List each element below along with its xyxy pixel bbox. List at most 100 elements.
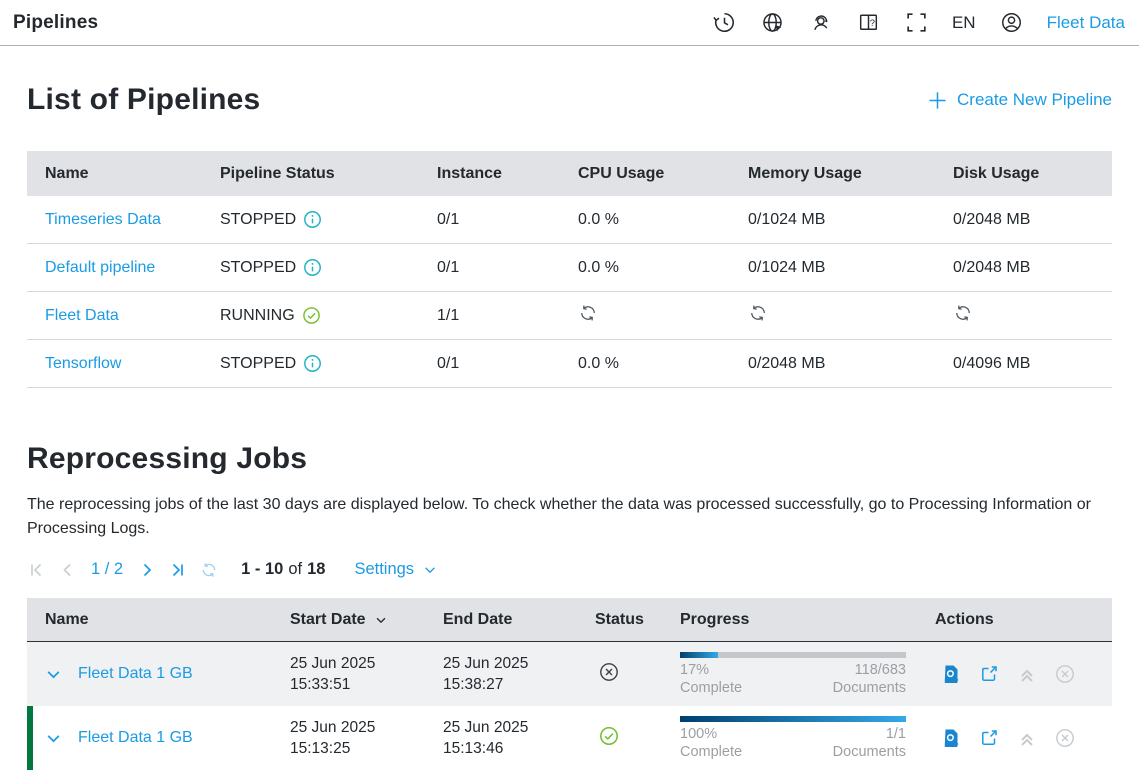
row-actions (935, 727, 1112, 749)
progress-bar (680, 716, 906, 722)
pipelines-table-header: Name Pipeline Status Instance CPU Usage … (27, 151, 1112, 196)
instance-value: 0/1 (437, 211, 578, 229)
info-icon[interactable] (303, 258, 322, 277)
move-to-top-icon (1016, 727, 1038, 749)
col-status: Status (595, 611, 680, 629)
col-end-date: End Date (443, 611, 595, 629)
info-icon[interactable] (303, 210, 322, 229)
success-status-icon (598, 725, 620, 752)
job-link[interactable]: Fleet Data 1 GB (78, 665, 193, 683)
history-icon[interactable] (712, 10, 737, 35)
col-progress: Progress (680, 611, 935, 629)
end-date-cell: 25 Jun 202515:13:46 (443, 717, 595, 759)
col-memory-usage: Memory Usage (748, 165, 953, 183)
row-actions (935, 663, 1112, 685)
col-name: Name (45, 611, 290, 629)
range-values: 1 - 10 (241, 560, 283, 579)
progress-track (680, 716, 906, 722)
page-title: Pipelines (13, 12, 98, 34)
next-page-icon[interactable] (138, 561, 156, 579)
cpu-value: 0.0 % (578, 355, 748, 373)
top-bar: Pipelines (0, 0, 1139, 46)
settings-label: Settings (354, 560, 414, 579)
progress-percent-label: 100%Complete (680, 725, 742, 761)
job-link[interactable]: Fleet Data 1 GB (78, 729, 193, 747)
progress-cell: 17%Complete 118/683Documents (680, 652, 906, 697)
move-to-top-icon (1016, 663, 1038, 685)
status-text: STOPPED (220, 259, 296, 277)
memory-value: 0/1024 MB (748, 211, 953, 229)
start-date-cell: 25 Jun 202515:33:51 (290, 653, 443, 695)
create-pipeline-button[interactable]: Create New Pipeline (927, 90, 1112, 111)
view-details-icon[interactable] (940, 727, 962, 749)
pipeline-link[interactable]: Default pipeline (45, 259, 155, 276)
progress-bar (680, 652, 718, 658)
previous-page-icon[interactable] (58, 561, 76, 579)
sort-chevron-icon (374, 613, 388, 627)
plus-icon (927, 90, 948, 111)
range-total: 18 (307, 560, 325, 579)
cancel-job-icon (1054, 663, 1076, 685)
jobs-table-header: Name Start Date End Date Status Progress… (27, 598, 1112, 642)
col-pipeline-status: Pipeline Status (220, 165, 437, 183)
view-details-icon[interactable] (940, 663, 962, 685)
loading-icon (748, 303, 768, 323)
pipelines-table: Name Pipeline Status Instance CPU Usage … (27, 151, 1112, 388)
progress-percent-label: 17%Complete (680, 661, 742, 697)
expand-row-icon[interactable] (45, 666, 62, 683)
last-page-icon[interactable] (169, 561, 187, 579)
svg-text:?: ? (870, 18, 875, 28)
instance-value: 1/1 (437, 307, 578, 325)
settings-button[interactable]: Settings (354, 560, 437, 579)
chevron-down-icon (423, 563, 437, 577)
canceled-status-icon (598, 661, 620, 688)
progress-documents-label: 1/1Documents (833, 725, 906, 761)
col-disk-usage: Disk Usage (953, 165, 1094, 183)
info-icon[interactable] (303, 354, 322, 373)
progress-documents-label: 118/683Documents (833, 661, 906, 697)
table-row: Fleet Data 1 GB 25 Jun 202515:33:51 25 J… (27, 642, 1112, 706)
project-link[interactable]: Fleet Data (1047, 13, 1125, 33)
col-start-date[interactable]: Start Date (290, 611, 443, 629)
instance-value: 0/1 (437, 259, 578, 277)
account-icon[interactable] (999, 10, 1024, 35)
instance-value: 0/1 (437, 355, 578, 373)
status-text: STOPPED (220, 211, 296, 229)
cpu-value: 0.0 % (578, 211, 748, 229)
open-external-icon[interactable] (978, 727, 1000, 749)
loading-icon (953, 303, 973, 323)
result-range: 1 - 10 of 18 (241, 560, 325, 579)
progress-track (680, 652, 906, 658)
fullscreen-icon[interactable] (904, 10, 929, 35)
col-cpu-usage: CPU Usage (578, 165, 748, 183)
pipeline-link[interactable]: Tensorflow (45, 355, 121, 372)
refresh-icon[interactable] (200, 561, 218, 579)
table-row: Timeseries Data STOPPED 0/1 0.0 % 0/1024… (27, 196, 1112, 244)
table-row: Tensorflow STOPPED 0/1 0.0 % 0/2048 MB 0… (27, 340, 1112, 388)
start-date-label: Start Date (290, 611, 366, 629)
col-name: Name (45, 165, 220, 183)
start-date-cell: 25 Jun 202515:13:25 (290, 717, 443, 759)
help-icon[interactable]: ? (856, 10, 881, 35)
disk-value: 0/4096 MB (953, 355, 1094, 373)
pipeline-link[interactable]: Fleet Data (45, 307, 119, 324)
col-instance: Instance (437, 165, 578, 183)
disk-value: 0/2048 MB (953, 259, 1094, 277)
first-page-icon[interactable] (27, 561, 45, 579)
disk-value: 0/2048 MB (953, 211, 1094, 229)
support-icon[interactable] (808, 10, 833, 35)
open-external-icon[interactable] (978, 663, 1000, 685)
table-row: Fleet Data RUNNING 1/1 (27, 292, 1112, 340)
table-row: Fleet Data 1 GB 25 Jun 202515:13:25 25 J… (27, 706, 1112, 770)
language-selector[interactable]: EN (952, 13, 976, 33)
create-pipeline-label: Create New Pipeline (957, 90, 1112, 110)
cpu-value: 0.0 % (578, 259, 748, 277)
running-check-icon (302, 306, 321, 325)
table-row: Default pipeline STOPPED 0/1 0.0 % 0/102… (27, 244, 1112, 292)
expand-row-icon[interactable] (45, 730, 62, 747)
globe-icon[interactable] (760, 10, 785, 35)
col-actions: Actions (935, 611, 1112, 629)
pipeline-link[interactable]: Timeseries Data (45, 211, 161, 228)
jobs-table: Name Start Date End Date Status Progress… (27, 598, 1112, 770)
end-date-cell: 25 Jun 202515:38:27 (443, 653, 595, 695)
